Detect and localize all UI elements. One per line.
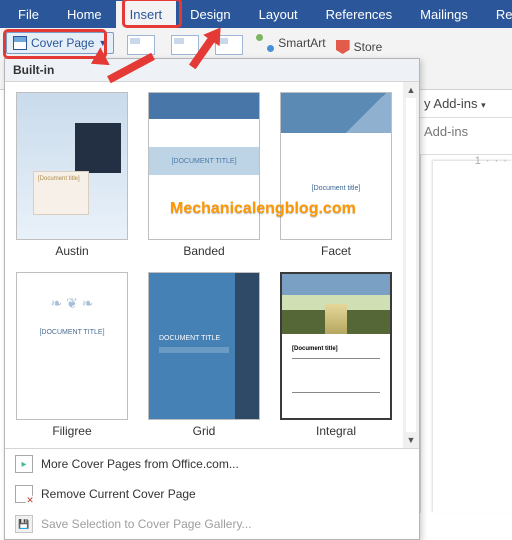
tab-mailings[interactable]: Mailings — [406, 0, 482, 28]
remove-cover-page[interactable]: Remove Current Cover Page — [5, 479, 419, 509]
ribbon-tabs: File Home Insert Design Layout Reference… — [0, 0, 512, 28]
save-to-gallery: 💾 Save Selection to Cover Page Gallery..… — [5, 509, 419, 539]
store-icon — [336, 40, 350, 54]
table-icon[interactable] — [124, 32, 158, 58]
right-ribbon-fragment: y Add-ins ▾ Add-ins — [420, 90, 512, 145]
page-icon: ▸ — [15, 455, 33, 473]
gallery-header: Built-in — [5, 59, 419, 82]
tab-review[interactable]: Revie — [482, 0, 512, 28]
addins-group-label: Add-ins — [420, 117, 512, 145]
tab-home[interactable]: Home — [53, 0, 116, 28]
scroll-up-icon[interactable]: ▲ — [403, 82, 419, 98]
smartart-button[interactable]: SmartArt — [256, 32, 325, 52]
tab-file[interactable]: File — [4, 0, 53, 28]
store-button[interactable]: Store — [336, 40, 383, 54]
cover-page-button[interactable]: Cover Page ▼ — [6, 32, 114, 54]
watermark: Mechanicalengblog.com — [170, 200, 356, 218]
document-area: 1 · · · — [420, 154, 512, 513]
scroll-down-icon[interactable]: ▼ — [403, 432, 419, 448]
cover-page-gallery: Built-in [Document title] Austin [DOCUME… — [4, 58, 420, 540]
more-cover-pages[interactable]: ▸ More Cover Pages from Office.com... — [5, 449, 419, 479]
shapes-icon[interactable] — [212, 32, 246, 58]
my-addins-button[interactable]: y Add-ins ▾ — [420, 90, 512, 117]
ruler-fragment: 1 · · · — [475, 155, 508, 167]
tab-insert[interactable]: Insert — [116, 0, 177, 28]
cover-banded[interactable]: [DOCUMENT TITLE] Banded — [145, 92, 263, 258]
cover-page-icon — [13, 36, 27, 50]
tab-layout[interactable]: Layout — [245, 0, 312, 28]
gallery-scrollbar[interactable]: ▲ ▼ — [403, 82, 419, 448]
ornament-icon: ❧ ❦ ❧ — [17, 295, 127, 312]
cover-filigree[interactable]: ❧ ❦ ❧ [DOCUMENT TITLE] Filigree — [13, 272, 131, 438]
cover-grid[interactable]: DOCUMENT TITLE Grid — [145, 272, 263, 438]
pictures-icon[interactable] — [168, 32, 202, 58]
tab-references[interactable]: References — [312, 0, 406, 28]
cover-page-label: Cover Page — [31, 36, 94, 50]
save-icon: 💾 — [15, 515, 33, 533]
remove-page-icon — [15, 485, 33, 503]
cover-integral[interactable]: [Document title] Integral — [277, 272, 395, 438]
cover-austin[interactable]: [Document title] Austin — [13, 92, 131, 258]
tab-design[interactable]: Design — [176, 0, 244, 28]
chevron-down-icon: ▼ — [98, 38, 107, 48]
cover-facet[interactable]: [Document title] Facet — [277, 92, 395, 258]
smartart-icon — [256, 34, 274, 52]
